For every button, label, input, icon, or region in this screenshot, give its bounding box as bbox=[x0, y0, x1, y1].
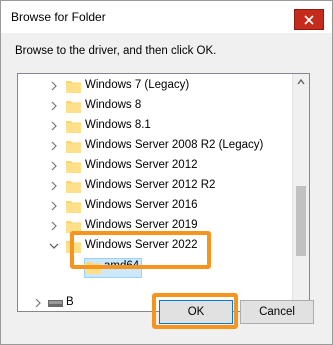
tree-item-label: Windows Server 2019 bbox=[85, 219, 198, 231]
chevron-right-icon[interactable] bbox=[48, 220, 60, 232]
folder-icon bbox=[66, 81, 81, 93]
scroll-up-arrow-icon[interactable] bbox=[296, 77, 306, 87]
close-button[interactable] bbox=[294, 9, 324, 30]
cancel-button-label: Cancel bbox=[259, 306, 295, 318]
amd64-highlight-annotation bbox=[70, 231, 211, 269]
tree-item-label: Windows 7 (Legacy) bbox=[85, 79, 190, 91]
chevron-right-icon[interactable] bbox=[48, 100, 60, 112]
tree-item[interactable]: Windows Server 2012 R2 bbox=[18, 176, 293, 196]
dialog-title: Browse for Folder bbox=[11, 10, 106, 24]
folder-icon bbox=[66, 201, 81, 213]
tree-item-label: Windows Server 2012 bbox=[85, 159, 198, 171]
close-icon bbox=[304, 14, 314, 25]
folder-icon bbox=[66, 121, 81, 133]
tree-item[interactable]: Windows Server 2016 bbox=[18, 196, 293, 216]
tree-item[interactable]: Windows Server 2008 R2 (Legacy) bbox=[18, 136, 293, 156]
chevron-right-icon[interactable] bbox=[32, 297, 44, 309]
drive-icon bbox=[48, 300, 63, 307]
scrollbar-thumb[interactable] bbox=[296, 186, 306, 256]
instruction-text: Browse to the driver, and then click OK. bbox=[15, 45, 217, 57]
tree-item-label: Windows 8 bbox=[85, 99, 142, 111]
chevron-right-icon[interactable] bbox=[48, 180, 60, 192]
ok-highlight-annotation bbox=[152, 293, 238, 329]
chevron-right-icon[interactable] bbox=[48, 120, 60, 132]
folder-icon bbox=[66, 161, 81, 173]
tree-item-label: Windows 8.1 bbox=[85, 119, 151, 131]
tree-item[interactable]: Windows 8 bbox=[18, 96, 293, 116]
tree-item-label: Windows Server 2016 bbox=[85, 199, 198, 211]
folder-tree[interactable]: Windows 7 (Legacy) Windows 8 Windows 8.1… bbox=[17, 73, 310, 312]
tree-item[interactable]: Windows 7 (Legacy) bbox=[18, 76, 293, 96]
tree-item-label: Windows Server 2012 R2 bbox=[85, 179, 216, 191]
tree-item[interactable]: Windows 8.1 bbox=[18, 116, 293, 136]
cancel-button[interactable]: Cancel bbox=[240, 300, 314, 324]
chevron-down-icon[interactable] bbox=[48, 240, 60, 252]
chevron-right-icon[interactable] bbox=[48, 80, 60, 92]
tree-item-label: B bbox=[66, 296, 74, 308]
folder-icon bbox=[66, 141, 81, 153]
dialog-content: Browse to the driver, and then click OK.… bbox=[1, 33, 332, 344]
folder-icon bbox=[66, 101, 81, 113]
tree-item-label: Windows Server 2008 R2 (Legacy) bbox=[85, 139, 264, 151]
chevron-right-icon[interactable] bbox=[48, 160, 60, 172]
title-bar: Browse for Folder bbox=[1, 1, 332, 33]
chevron-right-icon[interactable] bbox=[48, 200, 60, 212]
chevron-right-icon[interactable] bbox=[48, 140, 60, 152]
browse-for-folder-dialog: Browse for Folder Browse to the driver, … bbox=[0, 0, 333, 345]
tree-item[interactable]: Windows Server 2012 bbox=[18, 156, 293, 176]
vertical-scrollbar[interactable] bbox=[292, 74, 309, 311]
folder-icon bbox=[66, 181, 81, 193]
